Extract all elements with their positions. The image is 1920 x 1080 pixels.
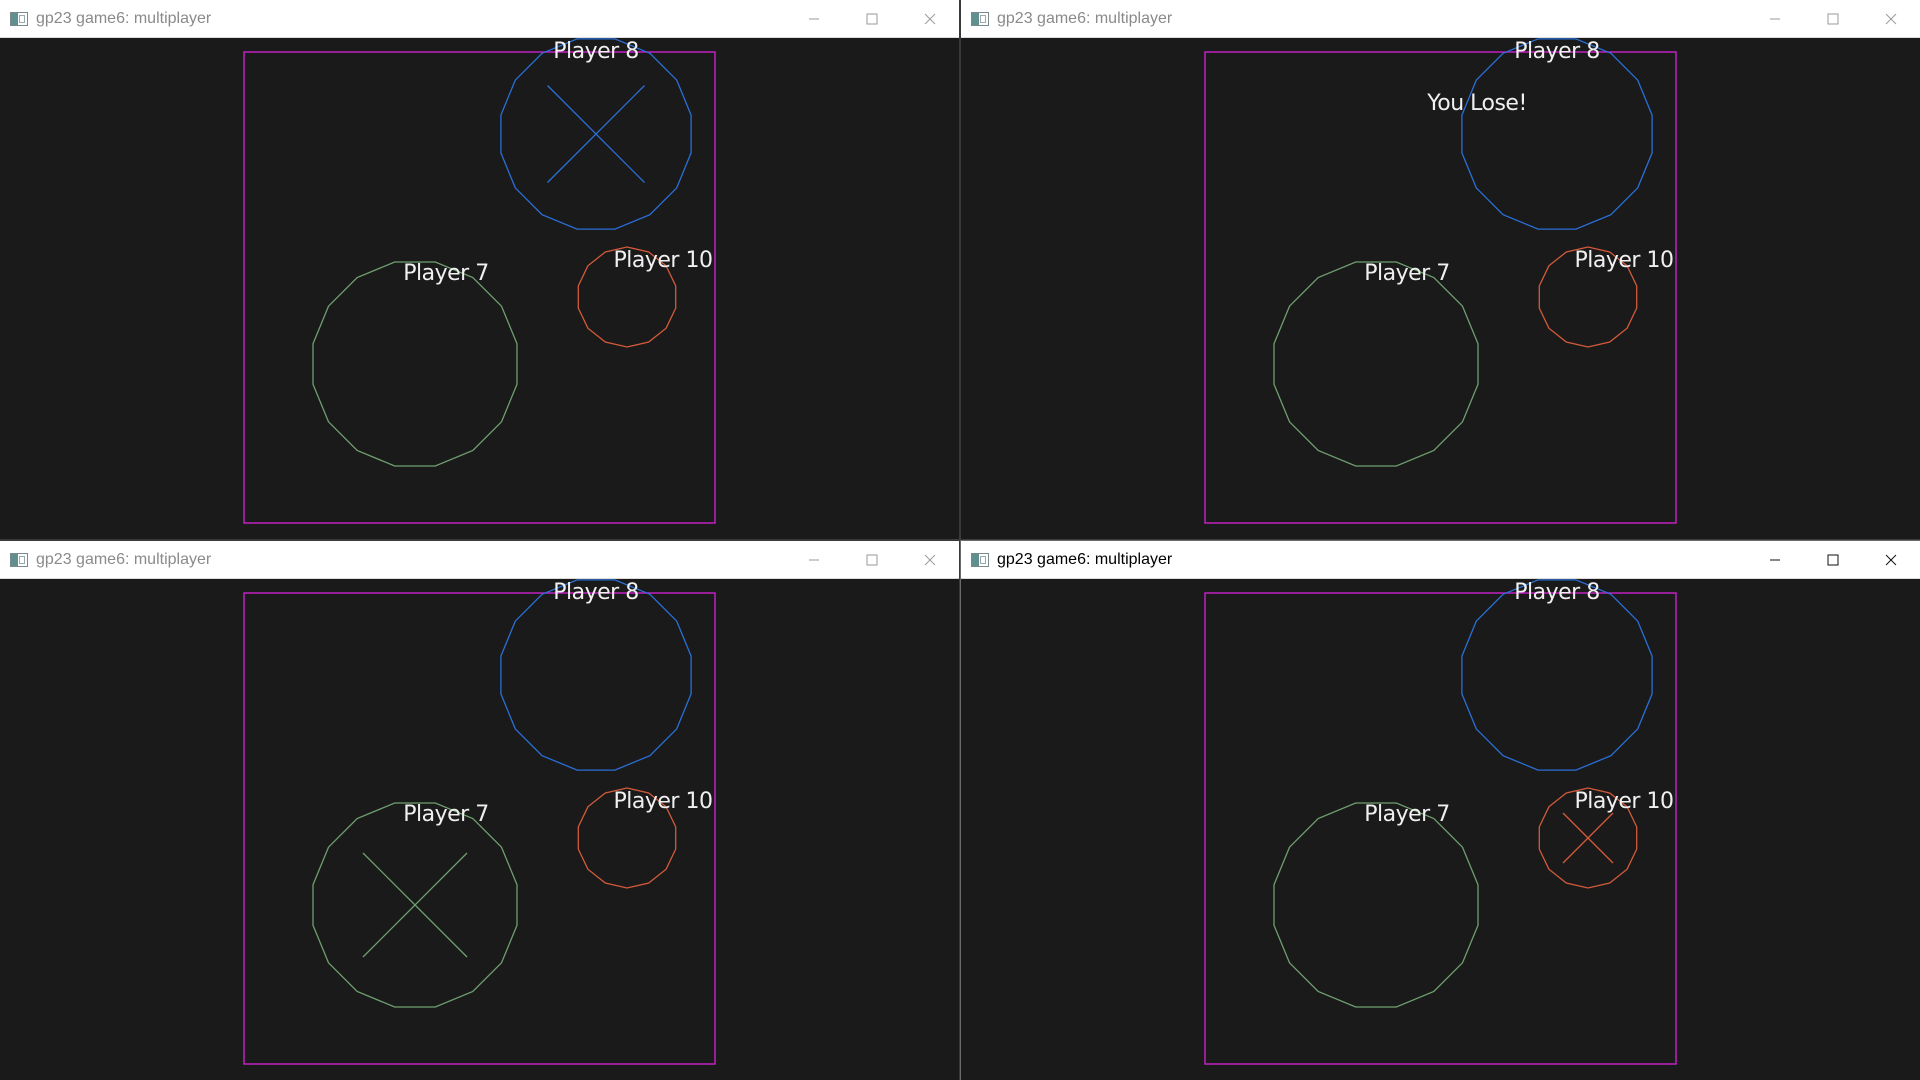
arena-boundary	[243, 51, 716, 524]
game-scene: Player 8 Player 7 Player 10	[243, 579, 716, 1065]
game-status-message: You Lose!	[1426, 91, 1527, 116]
window-title: gp23 game6: multiplayer	[997, 9, 1173, 27]
close-button[interactable]	[1862, 541, 1920, 579]
app-icon	[10, 11, 28, 26]
game-window-3[interactable]: gp23 game6: multiplayer Player 8 Player …	[0, 541, 959, 1080]
minimize-button[interactable]	[785, 541, 843, 579]
arena-boundary	[1204, 51, 1677, 524]
player-8-label: Player 8	[553, 39, 638, 64]
game-window-4[interactable]: gp23 game6: multiplayer Player 8 Player …	[960, 540, 1920, 1080]
game-canvas[interactable]: Player 8 Player 7 Player 10	[0, 579, 959, 1080]
current-player-marker	[547, 85, 645, 183]
maximize-button[interactable]	[843, 0, 901, 38]
player-7-circle	[1273, 261, 1479, 467]
player-8-label: Player 8	[1514, 580, 1599, 605]
game-window-2[interactable]: gp23 game6: multiplayer Player 8 Player …	[961, 0, 1920, 539]
current-player-marker	[1562, 812, 1614, 864]
app-icon	[971, 552, 989, 567]
maximize-button[interactable]	[843, 541, 901, 579]
player-7-label: Player 7	[1364, 802, 1449, 827]
close-icon	[924, 13, 936, 24]
close-icon	[924, 554, 936, 565]
app-icon	[971, 11, 989, 26]
arena-boundary	[243, 592, 716, 1065]
close-icon	[1885, 554, 1897, 565]
maximize-button[interactable]	[1804, 541, 1862, 579]
minimize-icon	[1770, 18, 1780, 19]
minimize-icon	[809, 18, 819, 19]
window-title: gp23 game6: multiplayer	[36, 9, 212, 27]
minimize-icon	[1770, 559, 1780, 560]
player-7-label: Player 7	[403, 261, 488, 286]
window-titlebar[interactable]: gp23 game6: multiplayer	[0, 0, 959, 38]
arena-boundary	[1204, 592, 1677, 1065]
maximize-icon	[1827, 554, 1839, 565]
player-8-circle	[1461, 38, 1653, 230]
minimize-button[interactable]	[785, 0, 843, 38]
player-7-label: Player 7	[403, 802, 488, 827]
close-button[interactable]	[901, 0, 959, 38]
player-10-label: Player 10	[614, 248, 713, 273]
maximize-icon	[1827, 13, 1839, 24]
maximize-icon	[866, 554, 878, 565]
player-10-label: Player 10	[1575, 789, 1674, 814]
window-titlebar[interactable]: gp23 game6: multiplayer	[961, 0, 1920, 38]
window-title: gp23 game6: multiplayer	[997, 550, 1173, 568]
game-scene: Player 8 Player 7 Player 10	[243, 38, 716, 524]
player-8-circle	[500, 579, 692, 771]
window-title: gp23 game6: multiplayer	[36, 550, 212, 568]
maximize-icon	[866, 13, 878, 24]
player-7-circle	[312, 261, 518, 467]
player-8-label: Player 8	[1514, 39, 1599, 64]
minimize-button[interactable]	[1746, 541, 1804, 579]
game-canvas[interactable]: Player 8 Player 7 Player 10 You Lose!	[961, 38, 1920, 539]
window-titlebar[interactable]: gp23 game6: multiplayer	[0, 541, 959, 579]
close-icon	[1885, 13, 1897, 24]
player-10-label: Player 10	[614, 789, 713, 814]
close-button[interactable]	[1862, 0, 1920, 38]
game-canvas[interactable]: Player 8 Player 7 Player 10	[0, 38, 959, 539]
player-7-label: Player 7	[1364, 261, 1449, 286]
player-8-circle	[1461, 579, 1653, 771]
maximize-button[interactable]	[1804, 0, 1862, 38]
game-scene: Player 8 Player 7 Player 10	[1204, 579, 1677, 1065]
close-button[interactable]	[901, 541, 959, 579]
window-titlebar[interactable]: gp23 game6: multiplayer	[961, 541, 1920, 579]
game-window-1[interactable]: gp23 game6: multiplayer Player 8 Player …	[0, 0, 959, 539]
app-icon	[10, 552, 28, 567]
game-scene: Player 8 Player 7 Player 10 You Lose!	[1204, 38, 1677, 524]
minimize-icon	[809, 559, 819, 560]
player-10-label: Player 10	[1575, 248, 1674, 273]
minimize-button[interactable]	[1746, 0, 1804, 38]
current-player-marker	[362, 852, 468, 958]
game-canvas[interactable]: Player 8 Player 7 Player 10	[961, 579, 1920, 1080]
player-7-circle	[1273, 802, 1479, 1008]
player-8-label: Player 8	[553, 580, 638, 605]
